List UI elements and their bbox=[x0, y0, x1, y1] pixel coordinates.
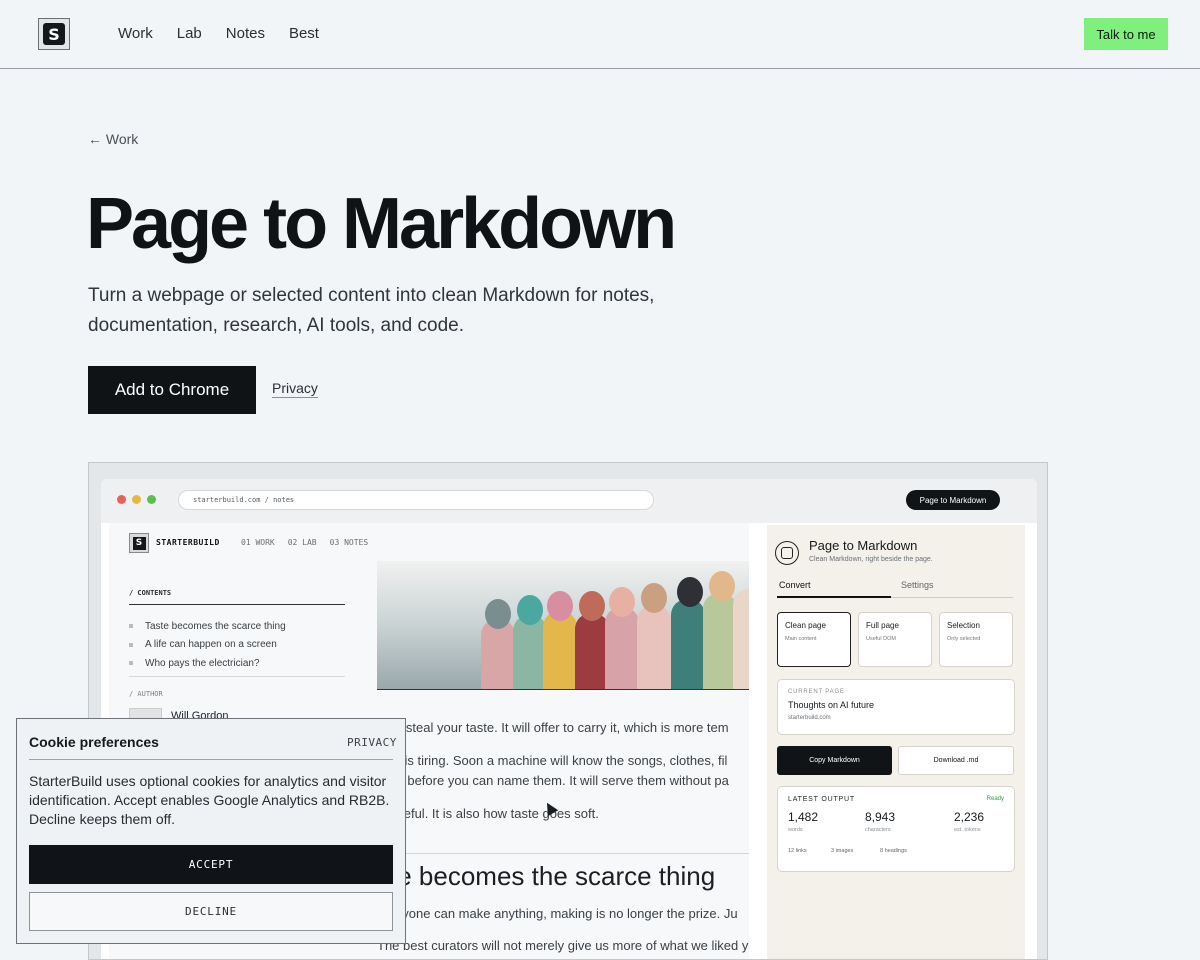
cookie-description: StarterBuild uses optional cookies for a… bbox=[29, 773, 390, 827]
preview-nav: 01 WORK 02 LAB 03 NOTES bbox=[241, 538, 368, 547]
cookie-privacy-link[interactable]: PRIVACY bbox=[347, 736, 397, 749]
mode-selection[interactable]: Selection Only selected bbox=[939, 612, 1013, 667]
article-paragraph: The best curators will not merely give u… bbox=[377, 938, 749, 953]
mode-title: Selection bbox=[947, 621, 980, 630]
extension-title: Page to Markdown bbox=[809, 538, 918, 553]
mode-subtitle: Main content bbox=[785, 636, 817, 642]
toc-item-label: Who pays the electrician? bbox=[145, 657, 260, 669]
nav-item-lab[interactable]: Lab bbox=[177, 25, 202, 42]
stat-tokens: 2,236 est. tokens bbox=[954, 810, 984, 833]
preview-site-header: S STARTERBUILD 01 WORK 02 LAB 03 NOTES bbox=[109, 523, 749, 561]
article-body: I not steal your taste. It will offer to… bbox=[377, 718, 749, 837]
preview-nav-item: 01 WORK bbox=[241, 538, 275, 547]
mode-subtitle: Useful DOM bbox=[866, 636, 896, 642]
extension-tabs: Convert Settings bbox=[777, 575, 1013, 598]
toc-item-label: A life can happen on a screen bbox=[145, 639, 277, 651]
close-dot-icon bbox=[117, 495, 126, 504]
cookie-banner: Cookie preferences PRIVACY StarterBuild … bbox=[16, 718, 406, 944]
author-label: / AUTHOR bbox=[129, 690, 163, 698]
stat-label: est. tokens bbox=[954, 827, 981, 833]
bullet-icon bbox=[129, 642, 133, 647]
toc-item: A life can happen on a screen bbox=[129, 636, 286, 655]
back-to-work-link[interactable]: ← Work bbox=[88, 131, 138, 147]
preview-logo-icon: S bbox=[129, 533, 149, 553]
toc-item: Who pays the electrician? bbox=[129, 654, 286, 673]
mode-clean-page[interactable]: Clean page Main content bbox=[777, 612, 851, 667]
stat-label: words bbox=[788, 827, 803, 833]
mode-subtitle: Only selected bbox=[947, 636, 981, 642]
extension-logo-icon bbox=[775, 541, 799, 565]
main-nav: Work Lab Notes Best bbox=[118, 25, 319, 42]
cookie-title: Cookie preferences bbox=[29, 734, 159, 750]
action-buttons: Copy Markdown Download .md bbox=[777, 746, 1014, 775]
contents-label: / CONTENTS bbox=[129, 589, 172, 597]
meta-images: 3 images bbox=[831, 848, 854, 854]
download-md-button[interactable]: Download .md bbox=[898, 746, 1014, 775]
article-paragraph: refer before you can name them. It will … bbox=[377, 773, 729, 788]
tab-settings[interactable]: Settings bbox=[901, 580, 934, 590]
toc-item: Taste becomes the scarce thing bbox=[129, 617, 286, 636]
talk-to-me-button[interactable]: Talk to me bbox=[1084, 18, 1168, 50]
stat-value: 8,943 bbox=[865, 810, 896, 824]
extension-toolbar-pill: Page to Markdown bbox=[906, 490, 1000, 510]
maximize-dot-icon bbox=[147, 495, 156, 504]
cookie-divider bbox=[29, 759, 393, 760]
stat-value: 1,482 bbox=[788, 810, 819, 824]
section-divider bbox=[377, 853, 749, 854]
extension-subtitle: Clean Markdown, right beside the page. bbox=[809, 556, 933, 563]
contents-divider bbox=[129, 604, 345, 605]
stat-value: 2,236 bbox=[954, 810, 985, 824]
nav-item-notes[interactable]: Notes bbox=[226, 25, 265, 42]
output-label: LATEST OUTPUT bbox=[788, 796, 855, 803]
preview-nav-item: 02 LAB bbox=[287, 538, 317, 547]
stat-label: characters bbox=[865, 827, 891, 833]
address-bar: starterbuild.com / notes bbox=[178, 490, 654, 510]
minimize-dot-icon bbox=[132, 495, 141, 504]
author-divider bbox=[129, 676, 345, 677]
mode-title: Clean page bbox=[785, 621, 826, 630]
latest-output-card: LATEST OUTPUT Ready 1,482 words 8,943 ch… bbox=[777, 786, 1015, 872]
page-lead: Turn a webpage or selected content into … bbox=[88, 285, 655, 336]
article-hero-image bbox=[377, 561, 749, 690]
article-paragraph: n anyone can make anything, making is no… bbox=[377, 906, 738, 921]
output-status: Ready bbox=[986, 796, 1004, 802]
article-heading: ste becomes the scarce thing bbox=[377, 861, 716, 891]
article-paragraph: is useful. It is also how taste goes sof… bbox=[377, 806, 599, 821]
article-body-2: n anyone can make anything, making is no… bbox=[377, 904, 749, 956]
mode-title: Full page bbox=[866, 621, 899, 630]
decline-cookies-button[interactable]: DECLINE bbox=[29, 892, 393, 931]
privacy-link[interactable]: Privacy bbox=[272, 380, 318, 398]
preview-nav-item: 03 NOTES bbox=[329, 538, 369, 547]
copy-markdown-button[interactable]: Copy Markdown bbox=[777, 746, 892, 775]
nav-item-work[interactable]: Work bbox=[118, 25, 153, 42]
site-logo[interactable]: S bbox=[38, 18, 70, 50]
tab-convert[interactable]: Convert bbox=[779, 580, 811, 590]
current-page-label: CURRENT PAGE bbox=[788, 689, 845, 695]
article-paragraph: sing is tiring. Soon a machine will know… bbox=[377, 753, 728, 768]
meta-links: 12 links bbox=[788, 848, 807, 854]
accept-cookies-button[interactable]: ACCEPT bbox=[29, 845, 393, 884]
browser-chrome: starterbuild.com / notes Page to Markdow… bbox=[101, 479, 1037, 523]
bullet-icon bbox=[129, 624, 133, 629]
mode-full-page[interactable]: Full page Useful DOM bbox=[858, 612, 932, 667]
nav-item-best[interactable]: Best bbox=[289, 25, 319, 42]
meta-headings: 8 headings bbox=[880, 848, 907, 854]
add-to-chrome-button[interactable]: Add to Chrome bbox=[88, 366, 256, 414]
conversion-modes: Clean page Main content Full page Useful… bbox=[777, 612, 1013, 667]
stat-characters: 8,943 characters bbox=[865, 810, 895, 833]
stat-words: 1,482 words bbox=[788, 810, 818, 833]
current-page-card: CURRENT PAGE Thoughts on AI future start… bbox=[777, 679, 1015, 735]
current-page-domain: starterbuild.com bbox=[788, 715, 831, 721]
top-navigation: S Work Lab Notes Best Talk to me bbox=[0, 0, 1200, 69]
preview-logo-glyph: S bbox=[132, 536, 146, 550]
toc-item-label: Taste becomes the scarce thing bbox=[145, 620, 286, 632]
bullet-icon bbox=[129, 661, 133, 666]
article-paragraph: I not steal your taste. It will offer to… bbox=[377, 720, 729, 735]
table-of-contents: Taste becomes the scarce thing A life ca… bbox=[129, 617, 286, 673]
logo-glyph: S bbox=[43, 23, 65, 45]
preview-brand: STARTERBUILD bbox=[156, 538, 220, 547]
extension-panel: Page to Markdown Clean Markdown, right b… bbox=[767, 525, 1025, 959]
page-title: Page to Markdown bbox=[86, 184, 677, 264]
current-page-title: Thoughts on AI future bbox=[788, 700, 875, 710]
